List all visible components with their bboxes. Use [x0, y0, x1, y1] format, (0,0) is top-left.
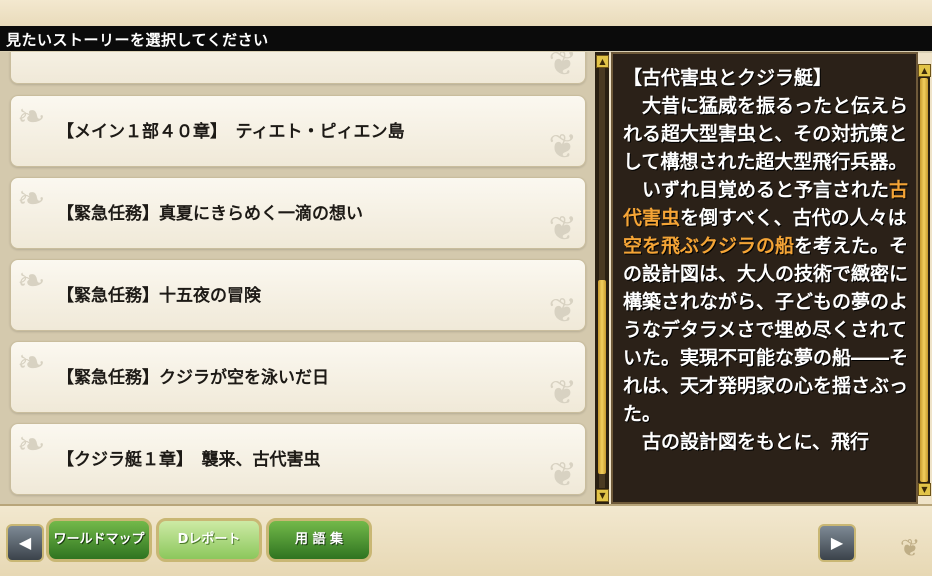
- story-item-label: 【緊急任務】十五夜の冒険: [57, 286, 261, 306]
- story-item-2[interactable]: ❧ ❦ 【緊急任務】真夏にきらめく一滴の想い: [10, 177, 586, 249]
- corner-ornament-icon: ❦: [548, 209, 578, 249]
- highlight-term: 空を飛ぶクジラの船: [623, 235, 795, 257]
- scroll-thumb[interactable]: [598, 280, 606, 474]
- detail-text: 【古代害虫とクジラ艇】 大昔に猛威を振るったと伝えられる超大型害虫と、その対抗策…: [623, 64, 915, 456]
- scroll-up-icon[interactable]: ▲: [918, 64, 931, 77]
- world-map-button[interactable]: ワールドマップ: [46, 518, 152, 562]
- corner-ornament-icon: ❦: [548, 291, 578, 331]
- detail-scrollbar[interactable]: ▲ ▼: [918, 64, 931, 496]
- story-list: ❦ ❧ ❦ 【メイン１部４０章】 ティエト・ピィエン島 ❧ ❦ 【緊急任務】真夏…: [0, 52, 595, 504]
- story-item-4[interactable]: ❧ ❦ 【緊急任務】クジラが空を泳いだ日: [10, 341, 586, 413]
- story-item-1[interactable]: ❧ ❦ 【メイン１部４０章】 ティエト・ピィエン島: [10, 95, 586, 167]
- story-item-5[interactable]: ❧ ❦ 【クジラ艇１章】 襲来、古代害虫: [10, 423, 586, 495]
- next-arrow-icon[interactable]: ▶: [818, 524, 856, 562]
- page-title: 見たいストーリーを選択してください: [6, 31, 269, 49]
- prev-arrow-icon[interactable]: ◀: [6, 524, 44, 562]
- corner-ornament-icon: ❦: [548, 455, 578, 495]
- bottom-toolbar: ◀ ワールドマップ Dレポート 用 語 集 ▶ ❦: [0, 504, 932, 576]
- story-list-scrollbar[interactable]: ▲ ▼: [595, 52, 609, 504]
- story-item-label: 【クジラ艇１章】 襲来、古代害虫: [57, 450, 321, 470]
- detail-panel: 【古代害虫とクジラ艇】 大昔に猛威を振るったと伝えられる超大型害虫と、その対抗策…: [611, 52, 918, 504]
- story-item-label: 【メイン１部４０章】 ティエト・ピィエン島: [57, 122, 405, 142]
- corner-ornament-icon: ❦: [548, 373, 578, 413]
- d-report-button[interactable]: Dレポート: [156, 518, 262, 562]
- corner-ornament-icon: ❧: [17, 261, 46, 301]
- detail-text-segment: を倒すべく、古代の人々は: [680, 207, 907, 229]
- detail-paragraph-2: いずれ目覚めると予言された古代害虫を倒すべく、古代の人々は空を飛ぶクジラの船を考…: [623, 176, 915, 428]
- corner-ornament-icon: ❧: [17, 425, 46, 465]
- header-bar: 見たいストーリーを選択してください: [0, 26, 932, 53]
- story-item-0[interactable]: ❦: [10, 52, 586, 84]
- corner-ornament-icon: ❦: [548, 127, 578, 167]
- detail-paragraph-3: 古の設計図をもとに、飛行: [623, 431, 870, 453]
- story-item-label: 【緊急任務】クジラが空を泳いだ日: [57, 368, 329, 388]
- scroll-thumb[interactable]: [920, 78, 928, 482]
- story-item-3[interactable]: ❧ ❦ 【緊急任務】十五夜の冒険: [10, 259, 586, 331]
- detail-text-segment: を考えた。その設計図は、大人の技術で緻密に構築されながら、子どもの夢のようなデタ…: [623, 235, 909, 425]
- corner-ornament-icon: ❧: [17, 97, 46, 137]
- story-item-label: 【緊急任務】真夏にきらめく一滴の想い: [57, 204, 363, 224]
- corner-ornament-icon: ❧: [17, 179, 46, 219]
- detail-text-segment: いずれ目覚めると予言された: [623, 179, 890, 201]
- corner-ornament-icon: ❦: [900, 534, 921, 562]
- top-decoration-strip: [0, 0, 932, 26]
- corner-ornament-icon: ❧: [17, 343, 46, 383]
- corner-ornament-icon: ❦: [548, 52, 578, 84]
- scroll-up-icon[interactable]: ▲: [596, 55, 609, 68]
- detail-paragraph-1: 大昔に猛威を振るったと伝えられる超大型害虫と、その対抗策として構想された超大型飛…: [623, 95, 909, 173]
- scroll-down-icon[interactable]: ▼: [596, 489, 609, 502]
- scroll-down-icon[interactable]: ▼: [918, 483, 931, 496]
- detail-title: 【古代害虫とクジラ艇】: [623, 67, 833, 89]
- glossary-button[interactable]: 用 語 集: [266, 518, 372, 562]
